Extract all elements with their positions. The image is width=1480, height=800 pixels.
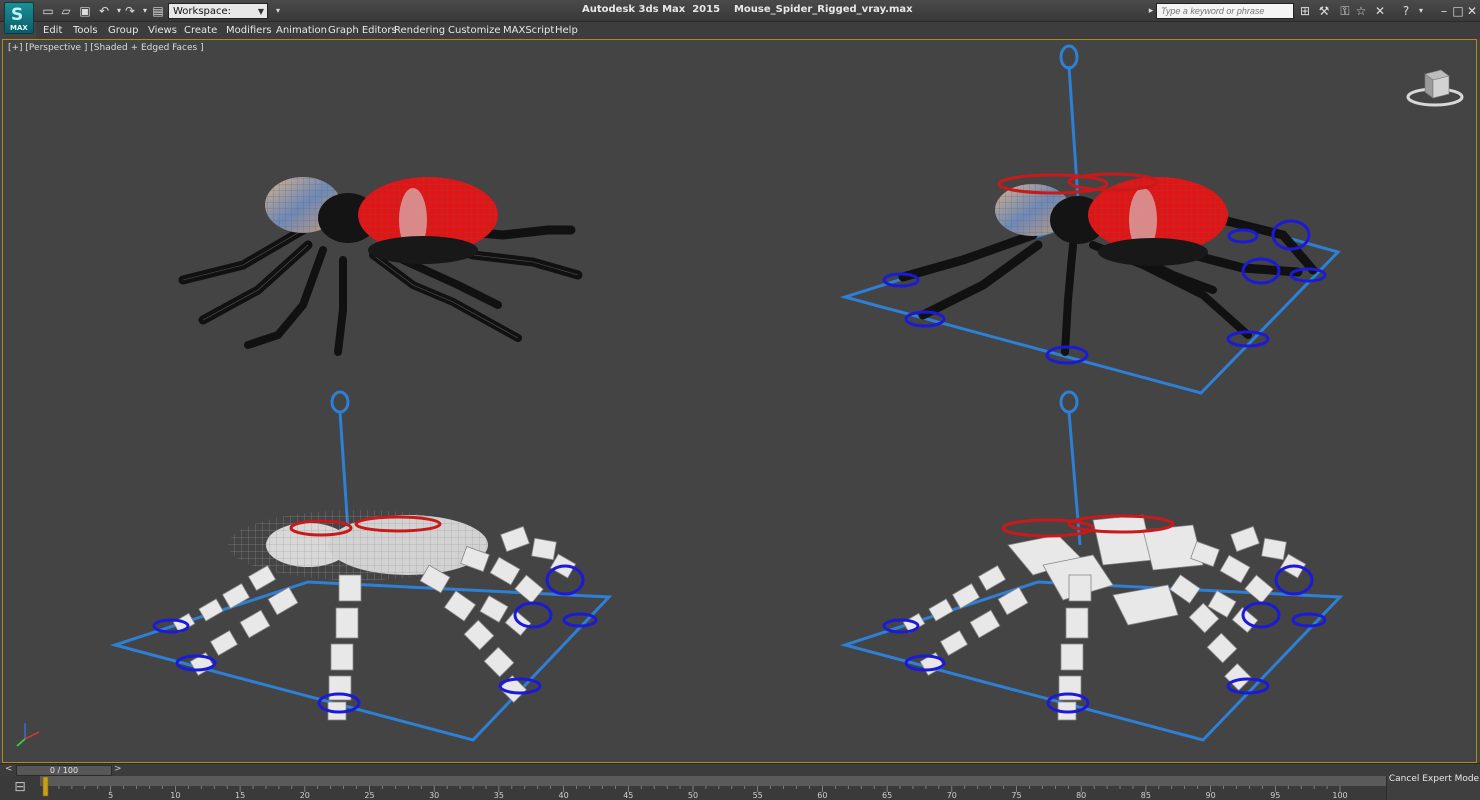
- track-bar[interactable]: ⊟ 5 10 15 20 25 30 35 40 45 50 55 60 65 70 75 80 85 90 95 1…: [0, 774, 1480, 800]
- track-tick-label: 65: [882, 791, 892, 800]
- chevron-down-icon: ▼: [257, 7, 264, 16]
- menu-modifiers[interactable]: Modifiers: [226, 25, 272, 36]
- time-slider-prev[interactable]: <: [5, 764, 13, 774]
- axis-tripod-icon: [16, 723, 40, 747]
- application-menu-button[interactable]: S MAX: [4, 2, 34, 34]
- track-tick-label: 90: [1206, 791, 1216, 800]
- viewcube-icon[interactable]: [1405, 66, 1465, 108]
- favorites-star-icon[interactable]: ☆: [1353, 3, 1369, 19]
- track-tick-label: 30: [429, 791, 439, 800]
- track-tick-label: 100: [1332, 791, 1347, 800]
- track-ruler[interactable]: 5 10 15 20 25 30 35 40 45 50 55 60 65 70 75 80 85 90 95 100: [40, 776, 1386, 800]
- search-input[interactable]: [1156, 3, 1294, 19]
- customize-toolbar-icon[interactable]: ▾: [270, 3, 286, 19]
- help-icon[interactable]: ?: [1398, 3, 1414, 19]
- track-ruler-labels: 5 10 15 20 25 30 35 40 45 50 55 60 65 70 75 80 85 90 95 100: [108, 791, 1347, 800]
- track-tick-label: 40: [559, 791, 569, 800]
- spider-mesh-rigged[interactable]: [839, 44, 1341, 395]
- track-tick-label: 45: [623, 791, 633, 800]
- menu-customize[interactable]: Customize: [448, 25, 501, 36]
- menu-maxscript[interactable]: MAXScript: [503, 25, 554, 36]
- scene-canvas[interactable]: [3, 40, 1476, 762]
- time-slider-next[interactable]: >: [114, 764, 122, 774]
- new-file-icon[interactable]: ▭: [40, 3, 56, 19]
- key-icon[interactable]: ⚿: [1337, 3, 1353, 19]
- menu-views[interactable]: Views: [148, 25, 177, 36]
- menu-animation[interactable]: Animation: [276, 25, 327, 36]
- track-tick-label: 25: [364, 791, 374, 800]
- logo-label: MAX: [10, 24, 28, 32]
- menu-edit[interactable]: Edit: [43, 25, 62, 36]
- track-tick-label: 50: [688, 791, 698, 800]
- track-tick-label: 60: [817, 791, 827, 800]
- menu-rendering[interactable]: Rendering: [394, 25, 445, 36]
- undo-icon[interactable]: ↶: [96, 3, 112, 19]
- window-title: Autodesk 3ds Max 2015 Mouse_Spider_Rigge…: [582, 4, 913, 15]
- track-tick-label: 85: [1141, 791, 1151, 800]
- menu-bar: Edit Tools Group Views Create Modifiers …: [36, 22, 1480, 39]
- help-dropdown-icon[interactable]: ▾: [1413, 3, 1429, 19]
- spider-mesh-model[interactable]: [178, 177, 583, 356]
- menu-help[interactable]: Help: [555, 25, 578, 36]
- track-tick-label: 95: [1270, 791, 1280, 800]
- track-tick-label: 80: [1076, 791, 1086, 800]
- track-tick-label: 15: [235, 791, 245, 800]
- 3ds-max-logo-icon: S: [11, 5, 24, 25]
- track-tick-label: 55: [753, 791, 763, 800]
- exchange-icon[interactable]: ✕: [1372, 3, 1388, 19]
- track-tick-label: 70: [947, 791, 957, 800]
- close-icon[interactable]: ✕: [1464, 3, 1480, 19]
- menu-tools[interactable]: Tools: [73, 25, 98, 36]
- menu-create[interactable]: Create: [184, 25, 217, 36]
- time-slider[interactable]: < 0 / 100 >: [0, 763, 1480, 776]
- redo-icon[interactable]: ↷: [122, 3, 138, 19]
- spider-bones-only[interactable]: [839, 390, 1344, 742]
- menu-graph-editors[interactable]: Graph Editors: [328, 25, 397, 36]
- project-folder-icon[interactable]: ▤: [150, 3, 166, 19]
- track-tick-label: 10: [170, 791, 180, 800]
- frame-counter[interactable]: 0 / 100: [16, 765, 112, 776]
- save-icon[interactable]: ▣: [77, 3, 93, 19]
- spider-bones-with-mesh[interactable]: [109, 390, 613, 742]
- binoculars-icon[interactable]: ⊞: [1297, 3, 1313, 19]
- track-tick-label: 20: [300, 791, 310, 800]
- title-bar: S MAX ▭ ▱ ▣ ↶ ▾ ↷ ▾ ▤ Workspace: Default…: [0, 0, 1480, 34]
- workspace-dropdown[interactable]: Workspace: Default ▼: [168, 3, 268, 33]
- track-tick-label: 5: [108, 791, 113, 800]
- open-file-icon[interactable]: ▱: [58, 3, 74, 19]
- cancel-expert-mode-button[interactable]: Cancel Expert Mode: [1386, 774, 1480, 800]
- current-frame-marker[interactable]: [42, 776, 49, 797]
- track-tick-label: 35: [494, 791, 504, 800]
- mini-curve-editor-icon[interactable]: ⊟: [8, 779, 32, 797]
- track-tick-label: 75: [1011, 791, 1021, 800]
- tools-icon[interactable]: ⚒: [1316, 3, 1332, 19]
- perspective-viewport[interactable]: [+] [Perspective ] [Shaded + Edged Faces…: [2, 39, 1477, 763]
- menu-group[interactable]: Group: [108, 25, 138, 36]
